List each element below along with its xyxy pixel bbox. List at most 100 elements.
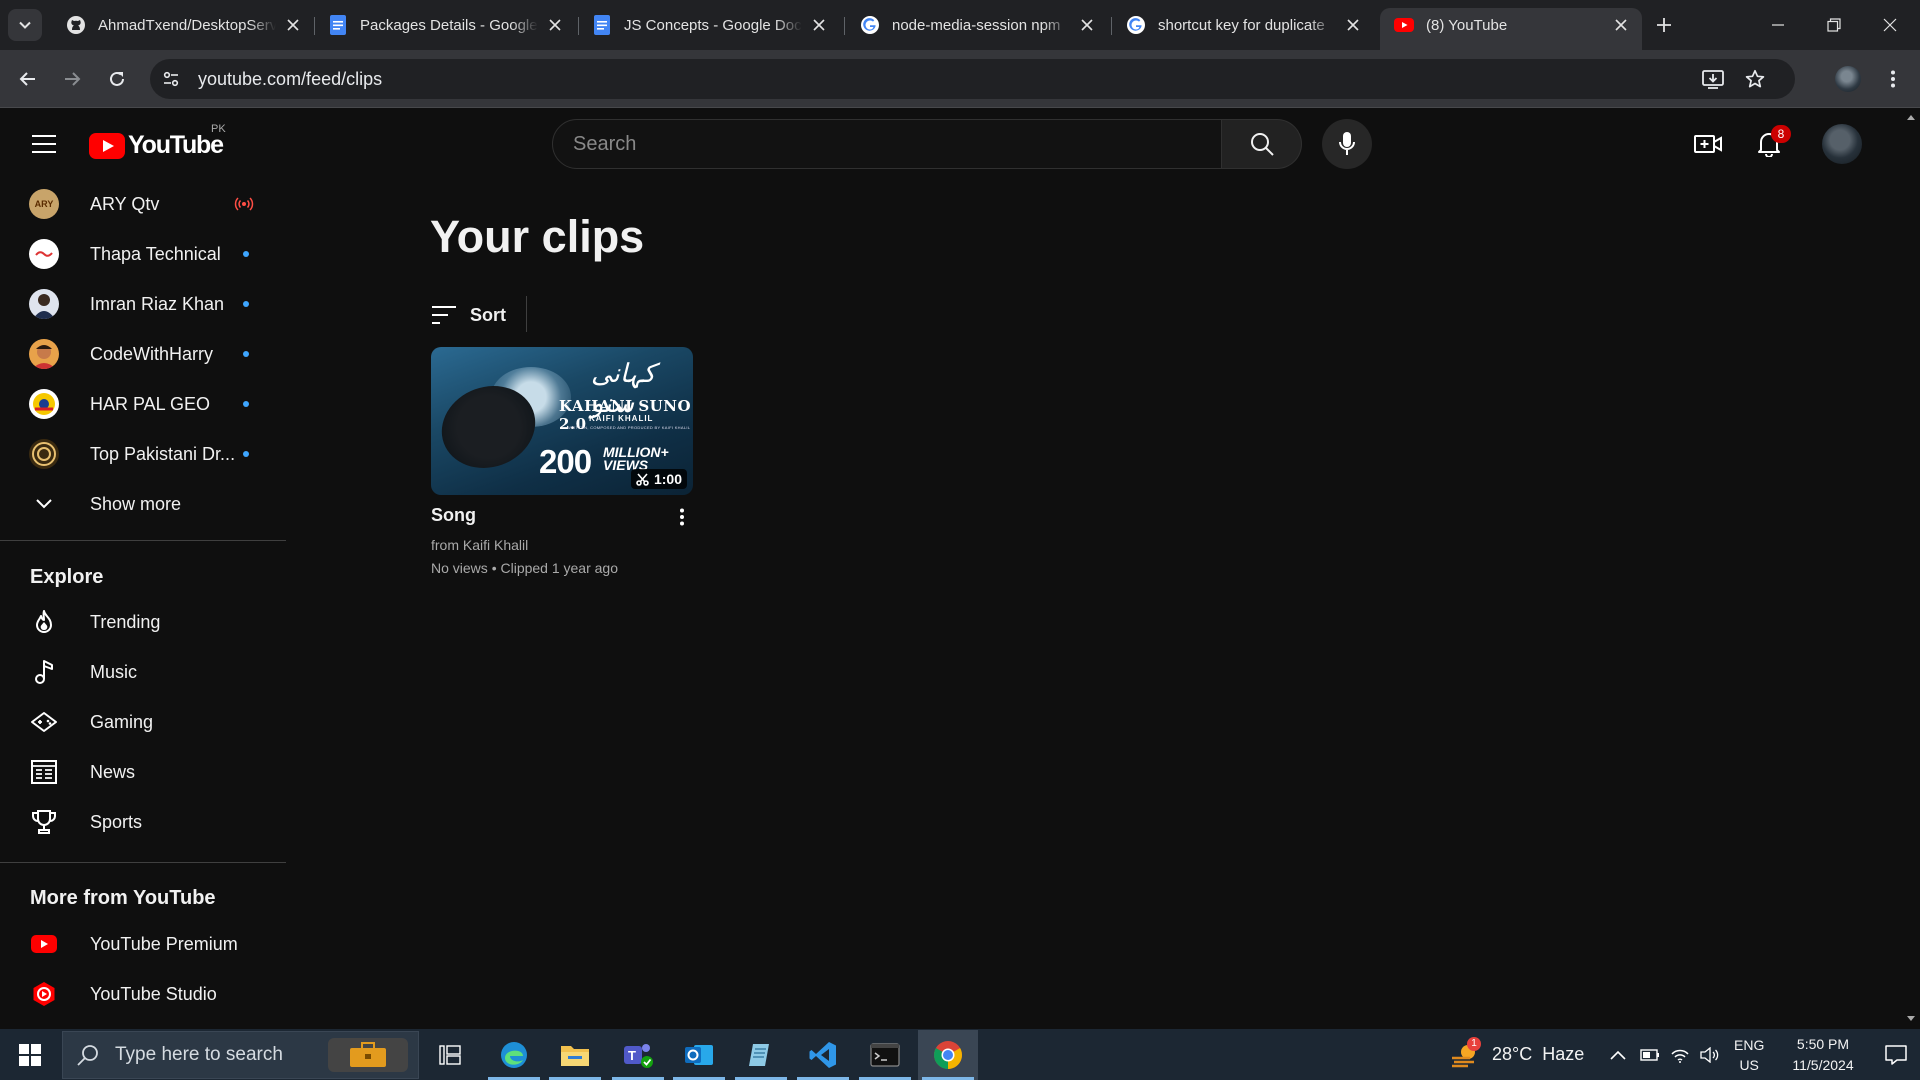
sidebar-item-imran-riaz-khan[interactable]: Imran Riaz Khan xyxy=(12,279,274,329)
weather-widget[interactable]: 1 28°C Haze xyxy=(1450,1029,1584,1080)
browser-tab[interactable]: AhmadTxend/DesktopServ xyxy=(52,8,314,42)
volume-icon[interactable] xyxy=(1700,1046,1720,1063)
close-window-button[interactable] xyxy=(1862,0,1918,50)
youtube-premium-icon xyxy=(29,929,59,959)
channel-avatar xyxy=(29,439,59,469)
browser-tab[interactable]: node-media-session npm xyxy=(846,8,1108,42)
clip-source-channel[interactable]: from Kaifi Khalil xyxy=(431,537,528,553)
sidebar-item-top-pakistani-dramas[interactable]: Top Pakistani Dr... xyxy=(12,429,274,479)
close-icon[interactable] xyxy=(1078,16,1096,34)
sidebar-item-gaming[interactable]: Gaming xyxy=(12,697,274,747)
voice-search-button[interactable] xyxy=(1322,119,1372,169)
taskbar-notepad[interactable] xyxy=(731,1030,791,1080)
sidebar-item-youtube-studio[interactable]: YouTube Studio xyxy=(12,969,274,1019)
account-avatar[interactable] xyxy=(1822,124,1862,164)
sort-label: Sort xyxy=(470,304,506,325)
restore-button[interactable] xyxy=(1806,0,1862,50)
sidebar-item-label: Sports xyxy=(90,811,143,832)
sidebar-item-ary-qtv[interactable]: ARY ARY Qtv xyxy=(12,179,274,229)
tab-title: node-media-session npm xyxy=(892,16,1061,34)
taskbar-file-explorer[interactable] xyxy=(545,1030,605,1080)
close-icon[interactable] xyxy=(810,16,828,34)
search-input[interactable] xyxy=(573,132,1221,156)
chevron-down-icon xyxy=(19,21,31,29)
create-button[interactable] xyxy=(1688,124,1728,164)
tab-search-button[interactable] xyxy=(8,9,42,41)
sidebar-item-har-pal-geo[interactable]: HAR PAL GEO xyxy=(12,379,274,429)
hamburger-menu-icon xyxy=(32,135,56,153)
close-icon[interactable] xyxy=(1612,16,1630,34)
browser-menu-button[interactable] xyxy=(1875,61,1911,97)
taskbar-search-box[interactable]: Type here to search xyxy=(62,1031,419,1079)
forward-button[interactable] xyxy=(54,61,90,97)
search-icon xyxy=(1250,133,1274,156)
taskbar-vscode[interactable] xyxy=(793,1030,853,1080)
clip-card[interactable]: کہانی سنو KAHANI SUNO 2.0 KAIFI KHALIL W… xyxy=(431,347,693,576)
browser-tab[interactable]: Packages Details - Google xyxy=(314,8,576,42)
clip-actions-button[interactable] xyxy=(671,503,693,531)
search-highlight-image[interactable] xyxy=(328,1038,408,1072)
scroll-up-arrow-icon[interactable] xyxy=(1906,113,1916,121)
taskbar-outlook[interactable] xyxy=(669,1030,729,1080)
sidebar-item-music[interactable]: Music xyxy=(12,647,274,697)
address-bar[interactable]: youtube.com/feed/clips xyxy=(150,59,1795,99)
action-center-icon xyxy=(1885,1044,1907,1065)
clock[interactable]: 5:50 PM 11/5/2024 xyxy=(1776,1029,1870,1080)
install-app-icon[interactable] xyxy=(1697,63,1729,95)
tab-divider xyxy=(844,17,845,35)
clip-thumbnail[interactable]: کہانی سنو KAHANI SUNO 2.0 KAIFI KHALIL W… xyxy=(431,347,693,495)
scroll-down-arrow-icon[interactable] xyxy=(1906,1015,1916,1023)
sidebar-item-news[interactable]: News xyxy=(12,747,274,797)
close-icon[interactable] xyxy=(546,16,564,34)
new-content-dot xyxy=(243,451,249,457)
sidebar-item-thapa-technical[interactable]: Thapa Technical xyxy=(12,229,274,279)
svg-text:T: T xyxy=(628,1048,636,1063)
reload-button[interactable] xyxy=(99,61,135,97)
taskbar-search-placeholder: Type here to search xyxy=(115,1044,283,1065)
weather-text: 28°C Haze xyxy=(1492,1044,1585,1064)
notification-center-button[interactable] xyxy=(1878,1029,1914,1080)
taskbar-teams[interactable]: T xyxy=(608,1030,668,1080)
minimize-button[interactable] xyxy=(1750,0,1806,50)
taskbar-terminal[interactable] xyxy=(855,1030,915,1080)
clip-title[interactable]: Song xyxy=(431,505,476,526)
windows-logo-icon xyxy=(19,1044,41,1066)
sidebar-item-trending[interactable]: Trending xyxy=(12,597,274,647)
news-icon xyxy=(29,757,59,787)
site-info-icon[interactable] xyxy=(155,63,187,95)
sidebar-show-more[interactable]: Show more xyxy=(12,479,274,529)
sidebar-item-youtube-premium[interactable]: YouTube Premium xyxy=(12,919,274,969)
taskbar-edge[interactable] xyxy=(484,1030,544,1080)
google-docs-icon xyxy=(592,15,612,35)
input-language[interactable]: ENG US xyxy=(1734,1029,1764,1080)
search-box[interactable] xyxy=(552,119,1222,169)
wifi-icon[interactable] xyxy=(1670,1047,1690,1063)
more-from-youtube-heading: More from YouTube xyxy=(30,887,216,909)
chevron-up-icon[interactable] xyxy=(1610,1050,1626,1060)
sidebar-item-sports[interactable]: Sports xyxy=(12,797,274,847)
taskbar-chrome[interactable] xyxy=(918,1030,978,1080)
back-button[interactable] xyxy=(10,61,46,97)
close-icon[interactable] xyxy=(284,16,302,34)
new-tab-button[interactable] xyxy=(1650,11,1678,39)
url-text[interactable]: youtube.com/feed/clips xyxy=(198,69,382,90)
profile-avatar-button[interactable] xyxy=(1830,61,1866,97)
close-icon[interactable] xyxy=(1344,16,1362,34)
system-tray-icons xyxy=(1610,1029,1720,1080)
search-button[interactable] xyxy=(1222,119,1302,169)
sidebar-divider xyxy=(0,862,286,863)
browser-tab-active[interactable]: (8) YouTube xyxy=(1380,8,1642,50)
bookmark-star-icon[interactable] xyxy=(1739,63,1771,95)
youtube-logo[interactable]: YouTube PK xyxy=(89,123,226,160)
sidebar-item-label: YouTube Studio xyxy=(90,983,217,1004)
guide-menu-button[interactable] xyxy=(24,124,64,164)
battery-icon[interactable] xyxy=(1640,1048,1660,1061)
sidebar-item-codewithharry[interactable]: CodeWithHarry xyxy=(12,329,274,379)
task-view-button[interactable] xyxy=(420,1030,480,1080)
start-button[interactable] xyxy=(10,1037,50,1073)
browser-tab[interactable]: shortcut key for duplicate xyxy=(1112,8,1374,42)
browser-tab[interactable]: JS Concepts - Google Docs xyxy=(578,8,840,42)
sort-button[interactable]: Sort xyxy=(432,295,506,335)
search-icon xyxy=(77,1045,98,1066)
weather-haze-icon: 1 xyxy=(1450,1036,1481,1070)
